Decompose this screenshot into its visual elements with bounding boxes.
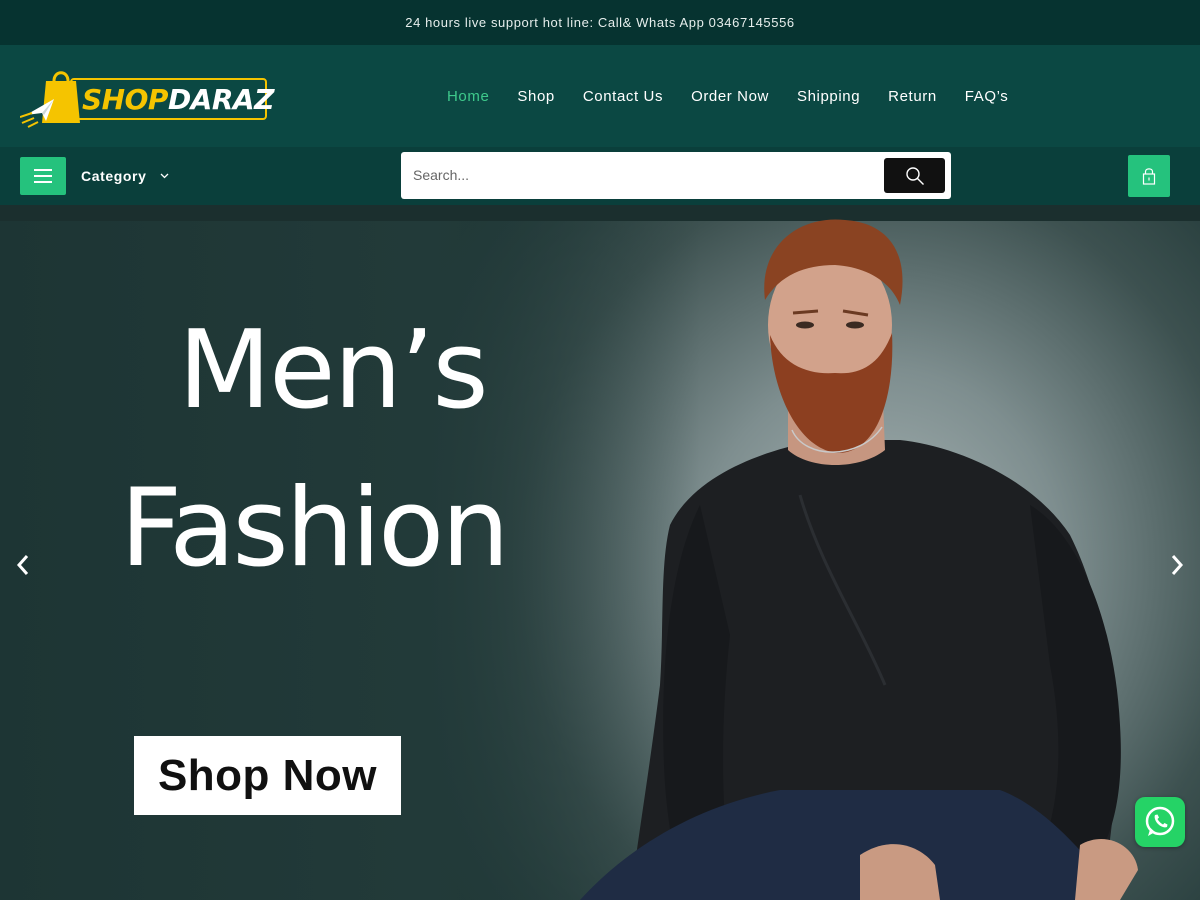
whatsapp-icon xyxy=(1145,806,1175,836)
logo-word-shop: SHOP xyxy=(82,82,168,116)
model-photo xyxy=(580,219,1138,900)
logo-wordmark: SHOP DARAZ xyxy=(82,79,274,119)
hamburger-menu-button[interactable] xyxy=(20,157,66,195)
logo-word-daraz: DARAZ xyxy=(167,82,274,116)
chevron-right-icon xyxy=(1171,555,1184,575)
nav-return[interactable]: Return xyxy=(888,88,937,105)
main-nav: Home Shop Contact Us Order Now Shipping … xyxy=(447,45,1036,147)
category-dropdown[interactable]: Category xyxy=(81,147,169,205)
search-input[interactable] xyxy=(413,160,873,190)
hero-title-line-2: Fashion xyxy=(120,466,510,591)
category-search-bar: Category xyxy=(0,147,1200,205)
hamburger-icon xyxy=(34,169,52,171)
shop-now-button[interactable]: Shop Now xyxy=(134,736,401,815)
hero-title-line-1: Men’s xyxy=(178,308,489,433)
search-icon xyxy=(905,166,924,185)
chevron-down-icon xyxy=(160,170,169,182)
support-hotline-text: 24 hours live support hot line: Call& Wh… xyxy=(405,15,795,30)
site-header: SHOP DARAZ Home Shop Contact Us Order Now… xyxy=(0,45,1200,147)
nav-contact-us[interactable]: Contact Us xyxy=(583,88,663,105)
lock-bag-icon xyxy=(1142,168,1156,185)
nav-shipping[interactable]: Shipping xyxy=(797,88,860,105)
hero-slider: Men’s Fashion Shop Now xyxy=(0,205,1200,900)
shopdaraz-logo[interactable]: SHOP DARAZ xyxy=(20,65,274,129)
search-button[interactable] xyxy=(884,158,945,193)
search-box xyxy=(401,152,951,199)
cart-button[interactable] xyxy=(1128,155,1170,197)
hamburger-icon-line xyxy=(34,181,52,183)
support-hotline-bar: 24 hours live support hot line: Call& Wh… xyxy=(0,0,1200,45)
nav-shop[interactable]: Shop xyxy=(517,88,554,105)
shopping-bag-logo-icon xyxy=(20,71,80,128)
nav-faqs[interactable]: FAQ’s xyxy=(965,88,1009,105)
slider-next-button[interactable] xyxy=(1162,550,1192,580)
category-label: Category xyxy=(81,168,147,184)
chevron-left-icon xyxy=(16,555,29,575)
hamburger-icon-line xyxy=(34,175,52,177)
whatsapp-chat-button[interactable] xyxy=(1135,797,1185,847)
nav-order-now[interactable]: Order Now xyxy=(691,88,769,105)
nav-home[interactable]: Home xyxy=(447,88,489,105)
slider-prev-button[interactable] xyxy=(8,550,38,580)
